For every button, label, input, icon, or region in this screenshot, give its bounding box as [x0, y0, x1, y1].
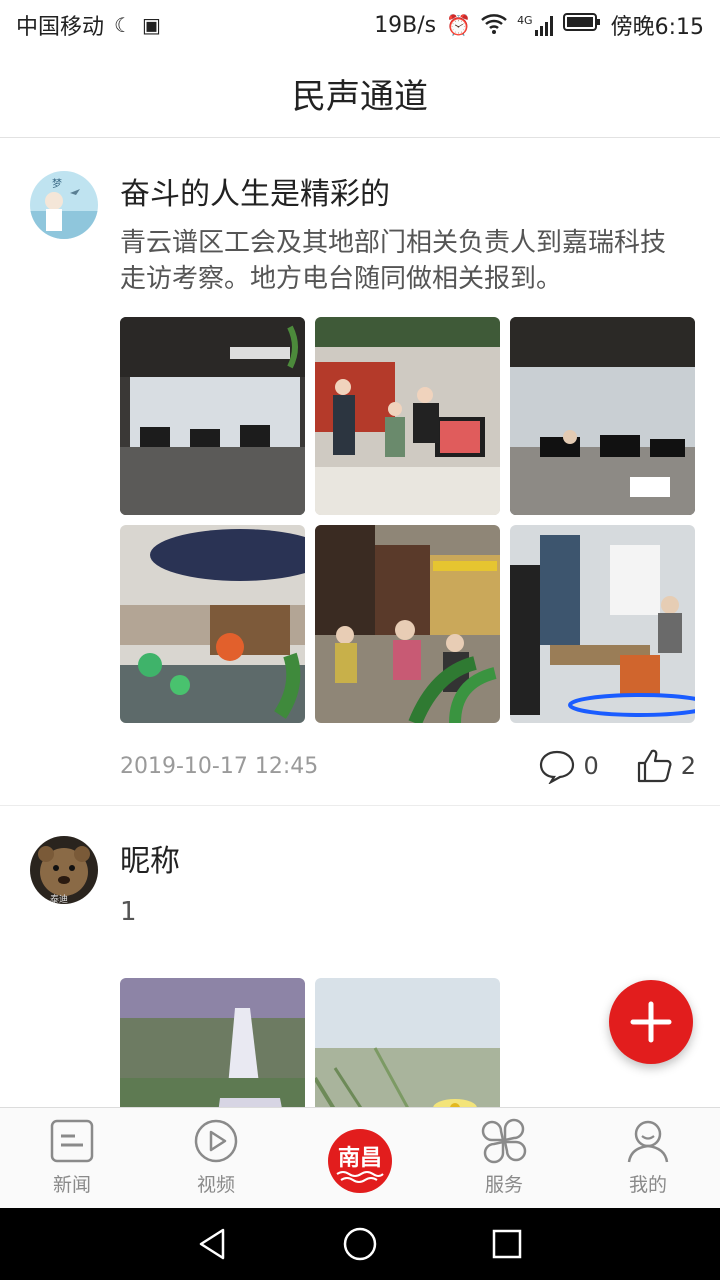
comment-count: 0	[583, 752, 599, 780]
tab-label: 我的	[628, 1174, 667, 1196]
image-grid	[120, 317, 696, 723]
clock: 傍晚6:15	[610, 15, 704, 40]
news-icon	[50, 1119, 94, 1163]
post-photo[interactable]	[510, 317, 695, 515]
post-body: 1	[120, 897, 137, 927]
tab-label: 视频	[196, 1174, 235, 1196]
post-photo[interactable]	[120, 317, 305, 515]
status-bar: 中国移动 ☾ ▣ 19B/s ⏰ 4G 傍晚6:15	[0, 0, 720, 50]
profile-icon	[627, 1120, 669, 1163]
post-card[interactable]: 梦 奋斗的人生是精彩的 青云谱区工会及其地部门相关负责人到嘉瑞科技走访考察。地方…	[0, 139, 720, 806]
post-photo[interactable]	[315, 317, 500, 515]
post-photo[interactable]	[120, 525, 305, 723]
plus-icon	[630, 1001, 672, 1043]
like-button[interactable]: 2	[635, 747, 696, 785]
post-meta: 2019-10-17 12:45 0 2	[120, 746, 696, 786]
back-icon[interactable]	[195, 1226, 231, 1262]
tab-label: 新闻	[52, 1174, 91, 1196]
post-title: 昵称	[120, 844, 180, 879]
tab-profile[interactable]: 我的	[576, 1108, 720, 1208]
system-nav-bar	[0, 1208, 720, 1280]
tab-news[interactable]: 新闻	[0, 1108, 144, 1208]
alarm-icon: ⏰	[446, 13, 472, 37]
tab-services[interactable]: 服务	[432, 1108, 576, 1208]
post-feed[interactable]: 梦 奋斗的人生是精彩的 青云谱区工会及其地部门相关负责人到嘉瑞科技走访考察。地方…	[0, 139, 720, 1107]
home-icon[interactable]	[342, 1226, 378, 1262]
page-title: 民声通道	[292, 77, 428, 117]
page-header: 民声通道	[0, 50, 720, 138]
add-post-button[interactable]	[609, 980, 693, 1064]
nanchang-logo: 南昌	[328, 1129, 392, 1193]
author-avatar[interactable]: 泰迪	[30, 836, 98, 904]
tab-video[interactable]: 视频	[144, 1108, 288, 1208]
battery-icon	[562, 12, 601, 38]
video-play-icon	[194, 1119, 238, 1163]
post-photo[interactable]	[315, 978, 500, 1107]
post-photo[interactable]	[510, 525, 695, 723]
like-count: 2	[680, 752, 696, 780]
tab-label: 服务	[484, 1174, 523, 1196]
svg-text:梦: 梦	[52, 178, 62, 190]
post-photo[interactable]	[315, 525, 500, 723]
post-card[interactable]: 泰迪 昵称 1	[0, 806, 720, 1107]
wifi-icon	[481, 13, 507, 38]
network-type: 4G	[517, 14, 533, 27]
image-grid	[120, 978, 696, 1107]
carrier-label: 中国移动	[16, 15, 105, 40]
comment-icon	[540, 750, 575, 784]
signal-icon: 4G	[517, 14, 553, 36]
services-grid-icon	[481, 1118, 527, 1164]
svg-text:南昌: 南昌	[338, 1146, 382, 1171]
author-avatar[interactable]: 梦	[30, 171, 98, 239]
moon-icon: ☾	[114, 13, 132, 37]
network-speed: 19B/s	[374, 12, 437, 38]
post-photo[interactable]	[120, 978, 305, 1107]
post-timestamp: 2019-10-17 12:45	[120, 753, 319, 779]
app-notification-icon: ▣	[141, 13, 161, 37]
svg-text:泰迪: 泰迪	[50, 893, 68, 904]
post-title: 奋斗的人生是精彩的	[120, 177, 390, 212]
comment-button[interactable]: 0	[539, 748, 599, 784]
bottom-tab-bar: 新闻 视频 南昌 服务 我的	[0, 1107, 720, 1208]
thumbs-up-icon	[637, 749, 672, 783]
tab-home-logo[interactable]: 南昌	[288, 1108, 432, 1208]
recents-icon[interactable]	[489, 1226, 525, 1262]
post-body: 青云谱区工会及其地部门相关负责人到嘉瑞科技走访考察。地方电台随同做相关报到。	[120, 228, 667, 294]
